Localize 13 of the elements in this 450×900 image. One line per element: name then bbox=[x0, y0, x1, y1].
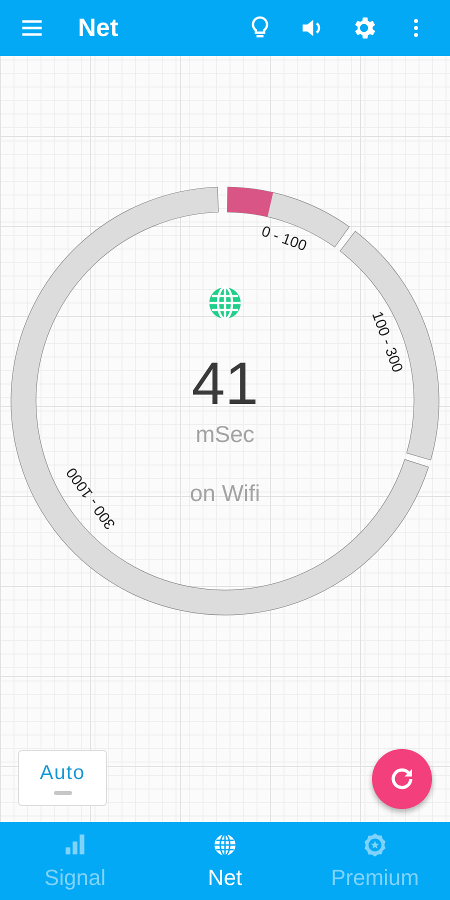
unit-label: mSec bbox=[196, 421, 254, 448]
range-label: 0 - 100 bbox=[259, 222, 309, 255]
app-title: Net bbox=[78, 14, 120, 42]
latency-value: 41 bbox=[192, 349, 258, 419]
dash-icon bbox=[54, 790, 72, 794]
gauge-fill bbox=[227, 187, 274, 217]
auto-button[interactable]: Auto bbox=[18, 750, 107, 806]
range-label: 100 - 300 bbox=[368, 309, 406, 375]
nav-tab[interactable]: Net bbox=[150, 822, 300, 900]
nav-tab[interactable]: Premium bbox=[300, 822, 450, 900]
nav-tab[interactable]: Signal bbox=[0, 822, 150, 900]
refresh-button[interactable] bbox=[372, 749, 432, 809]
connection-label: on Wifi bbox=[190, 480, 260, 507]
